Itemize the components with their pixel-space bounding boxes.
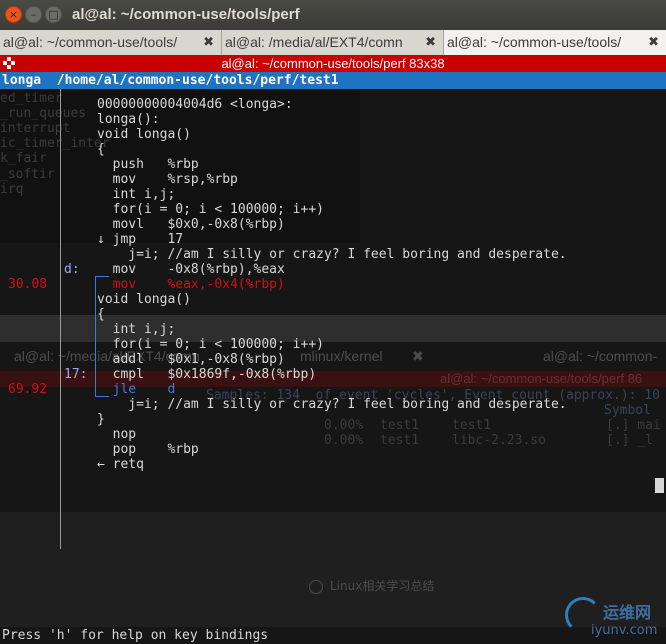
asm-line[interactable]: nop bbox=[0, 427, 666, 442]
annotate-listing: 00000000004004d6 <longa>: longa(): void … bbox=[0, 97, 666, 472]
asm-line[interactable]: int i,j; bbox=[0, 187, 666, 202]
tab-label: al@al: ~/common-use/tools/ bbox=[447, 34, 622, 50]
maximize-icon: □ bbox=[48, 8, 59, 21]
asm-line[interactable]: ← retq bbox=[0, 457, 666, 472]
annotate-header: longa /home/al/common-use/tools/perf/tes… bbox=[0, 72, 666, 89]
tab-bar: al@al: ~/common-use/tools/ ✖ al@al: /med… bbox=[0, 30, 666, 55]
asm-line[interactable]: { bbox=[0, 142, 666, 157]
tab-3[interactable]: al@al: ~/common-use/tools/ ✖ bbox=[444, 30, 666, 55]
asm-line[interactable]: longa(): bbox=[0, 112, 666, 127]
asm-line[interactable]: } bbox=[0, 412, 666, 427]
asm-line[interactable]: for(i = 0; i < 100000; i++) bbox=[0, 337, 666, 352]
asm-line[interactable]: int i,j; bbox=[0, 322, 666, 337]
asm-line[interactable]: { bbox=[0, 307, 666, 322]
asm-line[interactable]: for(i = 0; i < 100000; i++) bbox=[0, 202, 666, 217]
asm-line[interactable]: void longa() bbox=[0, 292, 666, 307]
scrollbar-thumb[interactable] bbox=[655, 478, 664, 493]
minimize-window-button[interactable]: – bbox=[25, 6, 42, 23]
asm-line[interactable]: 00000000004004d6 <longa>: bbox=[0, 97, 666, 112]
window-titlebar: × – □ al@al: ~/common-use/tools/perf bbox=[0, 0, 666, 30]
asm-line[interactable]: j=i; //am I silly or crazy? I feel borin… bbox=[0, 247, 666, 262]
percent-value: 69.92 bbox=[8, 382, 48, 397]
terminal-title: al@al: ~/common-use/tools/perf 83x38 bbox=[221, 56, 445, 71]
asm-line[interactable]: push %rbp bbox=[0, 157, 666, 172]
tab-close-icon[interactable]: ✖ bbox=[648, 30, 659, 55]
tab-close-icon[interactable]: ✖ bbox=[425, 30, 436, 55]
asm-line[interactable]: pop %rbp bbox=[0, 442, 666, 457]
terminal-title-bar: al@al: ~/common-use/tools/perf 83x38 bbox=[0, 55, 666, 72]
asm-line[interactable]: addl $0x1,-0x8(%rbp) bbox=[0, 352, 666, 367]
terminal-area[interactable]: ed_timer _run_queues interrupt ic_timer_… bbox=[0, 72, 666, 644]
watermark-en: iyunv.com bbox=[591, 623, 658, 638]
asm-line[interactable]: 17: cmpl $0x1869f,-0x8(%rbp) bbox=[0, 367, 666, 382]
asm-line[interactable]: movl $0x0,-0x8(%rbp) bbox=[0, 217, 666, 232]
percent-value: 30.08 bbox=[8, 277, 48, 292]
asm-line-target[interactable]: d: mov -0x8(%rbp),%eax bbox=[0, 262, 666, 277]
asm-line[interactable]: mov %rsp,%rbp bbox=[0, 172, 666, 187]
close-window-button[interactable]: × bbox=[5, 6, 22, 23]
minimize-icon: – bbox=[30, 8, 37, 21]
watermark-logo: 运维网 iyunv.com bbox=[565, 595, 665, 643]
window-title: al@al: ~/common-use/tools/perf bbox=[72, 6, 300, 23]
asm-line[interactable]: void longa() bbox=[0, 127, 666, 142]
ghost-checkbox-label: Linux相关学习总结 bbox=[330, 579, 435, 593]
tab-2[interactable]: al@al: /media/al/EXT4/comn ✖ bbox=[222, 30, 444, 55]
asm-line[interactable]: j=i; //am I silly or crazy? I feel borin… bbox=[0, 397, 666, 412]
close-icon: × bbox=[8, 8, 19, 21]
asm-line-hot[interactable]: 69.92 jle d bbox=[0, 382, 666, 397]
tab-close-icon[interactable]: ✖ bbox=[203, 30, 214, 55]
watermark-cn: 运维网 bbox=[603, 603, 652, 622]
tab-label: al@al: ~/common-use/tools/ bbox=[3, 34, 178, 50]
jump-label: 17: bbox=[64, 367, 88, 382]
asm-line-jmp[interactable]: ↓ jmp 17 bbox=[0, 232, 666, 247]
asm-line-hot[interactable]: 30.08 mov %eax,-0x4(%rbp) bbox=[0, 277, 666, 292]
maximize-window-button[interactable]: □ bbox=[45, 6, 62, 23]
ghost-checkbox bbox=[309, 580, 323, 594]
tab-label: al@al: /media/al/EXT4/comn bbox=[225, 34, 403, 50]
tab-1[interactable]: al@al: ~/common-use/tools/ ✖ bbox=[0, 30, 222, 55]
jump-label: d: bbox=[64, 262, 80, 277]
